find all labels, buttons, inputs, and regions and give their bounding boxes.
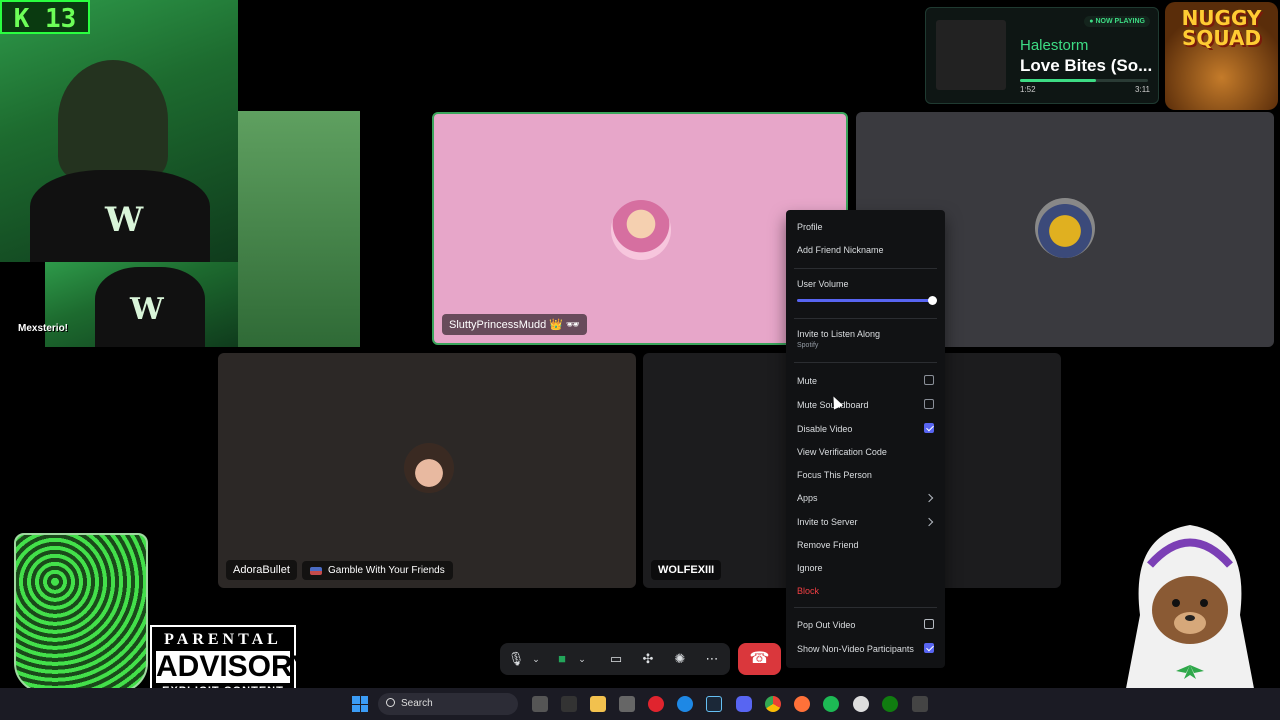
app-icon[interactable] [912, 696, 928, 712]
menu-user-volume-label: User Volume [797, 279, 849, 289]
menu-separator [794, 607, 937, 608]
streamer-shirt: W [30, 170, 210, 262]
disconnect-call-button[interactable]: ☎ [738, 643, 781, 675]
song-progress [1020, 79, 1148, 82]
chevron-right-icon [924, 493, 934, 503]
steam-icon[interactable] [706, 696, 722, 712]
now-playing-widget: ● NOW PLAYING Halestorm Love Bites (So..… [925, 7, 1159, 104]
bear-eye [1200, 599, 1208, 607]
windows-start-icon[interactable] [352, 696, 368, 712]
album-art [936, 20, 1006, 90]
menu-view-verification-code[interactable]: View Verification Code [797, 447, 887, 457]
xbox-icon[interactable] [882, 696, 898, 712]
user-volume-slider[interactable] [797, 296, 937, 305]
participant-name: SluttyPrincessMudd 👑 🕶 [442, 314, 587, 335]
logo-line-1: NUGGY [1181, 6, 1262, 30]
discord-icon[interactable] [736, 696, 752, 712]
disable-video-checkbox[interactable] [924, 423, 934, 433]
pop-out-icon [924, 619, 934, 629]
menu-pop-out-video[interactable]: Pop Out Video [797, 620, 855, 630]
webcam-secondary: W [45, 262, 238, 347]
search-icon [386, 698, 395, 707]
app-icon[interactable] [619, 696, 635, 712]
menu-ignore[interactable]: Ignore [797, 563, 823, 573]
song-progress-fill [1020, 79, 1096, 82]
menu-apps[interactable]: Apps [797, 493, 818, 503]
chevron-right-icon [924, 517, 934, 527]
menu-focus-this-person[interactable]: Focus This Person [797, 470, 872, 480]
opera-icon[interactable] [648, 696, 664, 712]
avatar [1035, 198, 1095, 258]
weed-jar-sticker [14, 533, 148, 693]
activity-badge[interactable]: Gamble With Your Friends [302, 561, 453, 580]
streamer-head [58, 60, 168, 180]
elapsed-time: 1:52 [1020, 85, 1036, 94]
menu-profile[interactable]: Profile [797, 222, 823, 232]
menu-add-friend-nickname[interactable]: Add Friend Nickname [797, 245, 884, 255]
camera-icon[interactable]: ■ [552, 649, 572, 669]
file-explorer-icon[interactable] [590, 696, 606, 712]
show-non-video-checkbox[interactable] [924, 643, 934, 653]
avatar [404, 443, 454, 493]
more-options-icon[interactable]: ⋯ [702, 649, 722, 669]
artist-name: Halestorm [1020, 37, 1089, 54]
duration: 3:11 [1135, 85, 1150, 94]
slider-knob[interactable] [928, 296, 937, 305]
task-view-icon[interactable] [532, 696, 548, 712]
menu-show-non-video-participants[interactable]: Show Non-Video Participants [797, 644, 914, 654]
participant-name: WOLFEXIII [651, 560, 722, 580]
stream-badge: K 13 [0, 0, 90, 34]
bear-eye [1172, 599, 1180, 607]
secondary-shirt-logo: W [130, 292, 164, 327]
edge-icon[interactable] [677, 696, 693, 712]
call-controls: 🎙 ⌄ ■ ⌄ ▭ ✣ ✺ ⋯ [500, 643, 730, 675]
epic-games-icon[interactable] [561, 696, 577, 712]
menu-invite-to-server[interactable]: Invite to Server [797, 517, 858, 527]
tile-adorabullet[interactable]: AdoraBullet Gamble With Your Friends [218, 353, 636, 588]
tile-streamer-camera[interactable] [238, 111, 360, 347]
streamer-name-label: Mexsterio! [18, 323, 69, 334]
spotify-icon[interactable] [823, 696, 839, 712]
screen-share-icon[interactable]: ▭ [606, 649, 626, 669]
menu-invite-listen-sub: Spotify [797, 342, 819, 349]
now-playing-badge: ● NOW PLAYING [1084, 16, 1150, 27]
menu-disable-video[interactable]: Disable Video [797, 424, 852, 434]
webcam-main: W [0, 0, 238, 262]
logo-line-2: SQUAD [1181, 26, 1262, 50]
song-title: Love Bites (So... [1020, 56, 1153, 75]
menu-remove-friend[interactable]: Remove Friend [797, 540, 859, 550]
bear-nose [1185, 615, 1195, 621]
menu-separator [794, 362, 937, 363]
menu-block[interactable]: Block [797, 586, 819, 596]
secondary-shirt: W [95, 267, 205, 347]
firefox-icon[interactable] [794, 696, 810, 712]
activities-icon[interactable]: ✣ [638, 649, 658, 669]
shirt-logo: W [105, 200, 144, 240]
mute-checkbox[interactable] [924, 375, 934, 385]
avatar [611, 200, 671, 260]
phone-hangup-icon: ☎ [749, 650, 770, 667]
soundboard-icon[interactable]: ✺ [670, 649, 690, 669]
menu-separator [794, 268, 937, 269]
chevron-down-icon[interactable]: ⌄ [526, 649, 546, 669]
menu-separator [794, 318, 937, 319]
chrome-icon[interactable] [765, 696, 781, 712]
mute-soundboard-checkbox[interactable] [924, 399, 934, 409]
microphone-icon[interactable]: 🎙 [506, 649, 526, 669]
chevron-down-icon[interactable]: ⌄ [572, 649, 592, 669]
windows-taskbar: Search [0, 688, 1280, 720]
menu-mute[interactable]: Mute [797, 376, 817, 386]
nuggy-squad-logo: NUGGY SQUAD [1165, 2, 1278, 110]
user-context-menu: Profile Add Friend Nickname User Volume … [786, 210, 945, 668]
menu-invite-listen-along[interactable]: Invite to Listen Along [797, 329, 880, 339]
participant-name: AdoraBullet [226, 560, 297, 580]
obs-icon[interactable] [853, 696, 869, 712]
taskbar-search[interactable]: Search [378, 693, 518, 715]
activity-icon [310, 566, 322, 575]
